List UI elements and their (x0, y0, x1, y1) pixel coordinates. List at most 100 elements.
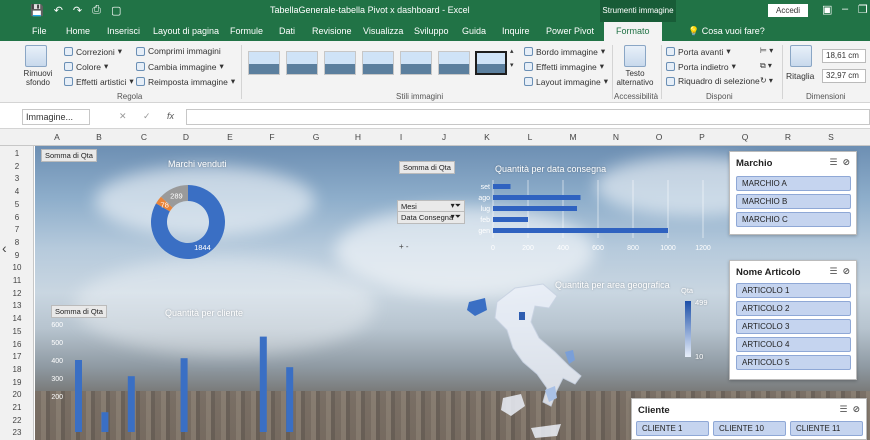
bring-forward-button[interactable]: Porta avanti ▾ (666, 46, 731, 57)
tab-developer[interactable]: Sviluppo (414, 26, 449, 36)
picture-layout-button[interactable]: Layout immagine ▾ (524, 76, 608, 87)
slicer-item[interactable]: MARCHIO C (736, 212, 851, 227)
clear-filter-icon[interactable]: ⊘ (852, 404, 860, 414)
rotate-button[interactable]: ↻ ▾ (760, 76, 773, 85)
tab-file[interactable]: File (32, 26, 47, 36)
tab-data[interactable]: Dati (279, 26, 295, 36)
artistic-effects-button[interactable]: Effetti artistici ▾ (64, 76, 134, 87)
column-header[interactable]: C (134, 132, 154, 142)
column-header[interactable]: P (692, 132, 712, 142)
tab-help[interactable]: Guida (462, 26, 486, 36)
tab-formulas[interactable]: Formule (230, 26, 263, 36)
row-header[interactable]: 3 (0, 174, 34, 183)
column-header[interactable]: R (778, 132, 798, 142)
slicer-item[interactable]: ARTICOLO 1 (736, 283, 851, 298)
slicer-item[interactable]: CLIENTE 10 (713, 421, 786, 436)
column-header[interactable]: B (89, 132, 109, 142)
row-header[interactable]: 21 (0, 403, 34, 412)
tab-power-pivot[interactable]: Power Pivot (546, 26, 594, 36)
clear-filter-icon[interactable]: ⊘ (842, 266, 850, 276)
align-button[interactable]: ⊨ ▾ (760, 46, 773, 55)
picture-style-3[interactable] (324, 51, 356, 75)
name-box[interactable]: Immagine... (22, 109, 90, 125)
slicer-item[interactable]: ARTICOLO 3 (736, 319, 851, 334)
multi-select-icon[interactable]: ☰ (829, 266, 837, 276)
corrections-button[interactable]: Correzioni ▾ (64, 46, 122, 57)
row-header[interactable]: 12 (0, 289, 34, 298)
save-icon[interactable]: 💾 (30, 4, 44, 17)
row-header[interactable]: 6 (0, 213, 34, 222)
picture-style-2[interactable] (286, 51, 318, 75)
tab-review[interactable]: Revisione (312, 26, 352, 36)
worksheet[interactable]: Somma di Qta Marchi venduti 1844 78 289 So… (35, 146, 870, 440)
multi-select-icon[interactable]: ☰ (829, 157, 837, 167)
styles-scroll-up[interactable]: ▴ (510, 47, 514, 55)
tab-home[interactable]: Home (66, 26, 90, 36)
slicer-item[interactable]: MARCHIO A (736, 176, 851, 191)
print-preview-icon[interactable]: ⎙ (92, 4, 101, 17)
row-header[interactable]: 13 (0, 301, 34, 310)
row-header[interactable]: 23 (0, 428, 34, 437)
tab-inquire[interactable]: Inquire (502, 26, 530, 36)
expand-collapse-buttons[interactable]: + - (399, 242, 409, 251)
styles-scroll-down[interactable]: ▾ (510, 61, 514, 69)
reset-picture-button[interactable]: Reimposta immagine ▾ (136, 76, 235, 87)
slicer-item[interactable]: ARTICOLO 5 (736, 355, 851, 370)
column-header[interactable]: Q (735, 132, 755, 142)
restore-icon[interactable]: ❐ (858, 3, 868, 16)
crop-icon[interactable] (790, 45, 812, 67)
column-header[interactable]: L (520, 132, 540, 142)
slicer-item[interactable]: CLIENTE 1 (636, 421, 709, 436)
width-field[interactable]: 32,97 cm (822, 69, 866, 83)
clear-filter-icon[interactable]: ⊘ (842, 157, 850, 167)
picture-effects-button[interactable]: Effetti immagine ▾ (524, 61, 604, 72)
formula-input[interactable] (186, 109, 870, 125)
selection-pane-button[interactable]: Riquadro di selezione (666, 76, 760, 86)
column-header[interactable]: F (262, 132, 282, 142)
remove-background-icon[interactable] (25, 45, 47, 67)
picture-style-4[interactable] (362, 51, 394, 75)
tell-me[interactable]: 💡 Cosa vuoi fare? (688, 26, 765, 37)
row-header[interactable]: 7 (0, 225, 34, 234)
column-header[interactable]: E (220, 132, 240, 142)
new-file-icon[interactable]: ▢ (111, 4, 121, 17)
row-header[interactable]: 20 (0, 390, 34, 399)
multi-select-icon[interactable]: ☰ (839, 404, 847, 414)
tab-format[interactable]: Formato (604, 22, 662, 41)
pivot-field-button[interactable]: Somma di Qta (399, 161, 455, 174)
chevron-left-icon[interactable]: ‹ (2, 240, 7, 256)
row-header[interactable]: 22 (0, 416, 34, 425)
slicer-item[interactable]: ARTICOLO 4 (736, 337, 851, 352)
sign-in-button[interactable]: Accedi (768, 4, 808, 17)
column-header[interactable]: I (391, 132, 411, 142)
row-header[interactable]: 4 (0, 187, 34, 196)
picture-border-button[interactable]: Bordo immagine ▾ (524, 46, 605, 57)
picture-style-1[interactable] (248, 51, 280, 75)
height-field[interactable]: 18,61 cm (822, 49, 866, 63)
row-header[interactable]: 10 (0, 263, 34, 272)
picture-style-5[interactable] (400, 51, 432, 75)
ribbon-display-icon[interactable]: ▣ (822, 3, 832, 16)
column-header[interactable]: O (649, 132, 669, 142)
insert-function-icon[interactable]: fx (167, 111, 174, 121)
redo-icon[interactable]: ↷ (73, 4, 82, 17)
confirm-icon[interactable]: ✓ (143, 111, 151, 122)
column-header[interactable]: K (477, 132, 497, 142)
column-header[interactable]: N (606, 132, 626, 142)
column-header[interactable]: A (47, 132, 67, 142)
remove-background-button[interactable]: Rimuovi sfondo (22, 69, 54, 87)
row-header[interactable]: 17 (0, 352, 34, 361)
pivot-field-button[interactable]: Somma di Qta (41, 149, 97, 162)
column-header[interactable]: D (176, 132, 196, 142)
minimize-icon[interactable]: – (842, 3, 848, 15)
picture-style-7[interactable] (475, 51, 507, 75)
row-header[interactable]: 15 (0, 327, 34, 336)
filter-data-consegna[interactable]: Data Consegna ▾⏷ (397, 211, 465, 224)
color-button[interactable]: Colore ▾ (64, 61, 108, 72)
column-header[interactable]: J (434, 132, 454, 142)
column-header[interactable]: M (563, 132, 583, 142)
tab-page-layout[interactable]: Layout di pagina (153, 26, 219, 36)
group-button[interactable]: ⧉ ▾ (760, 61, 772, 71)
alt-text-icon[interactable] (624, 45, 646, 67)
slicer-item[interactable]: MARCHIO B (736, 194, 851, 209)
